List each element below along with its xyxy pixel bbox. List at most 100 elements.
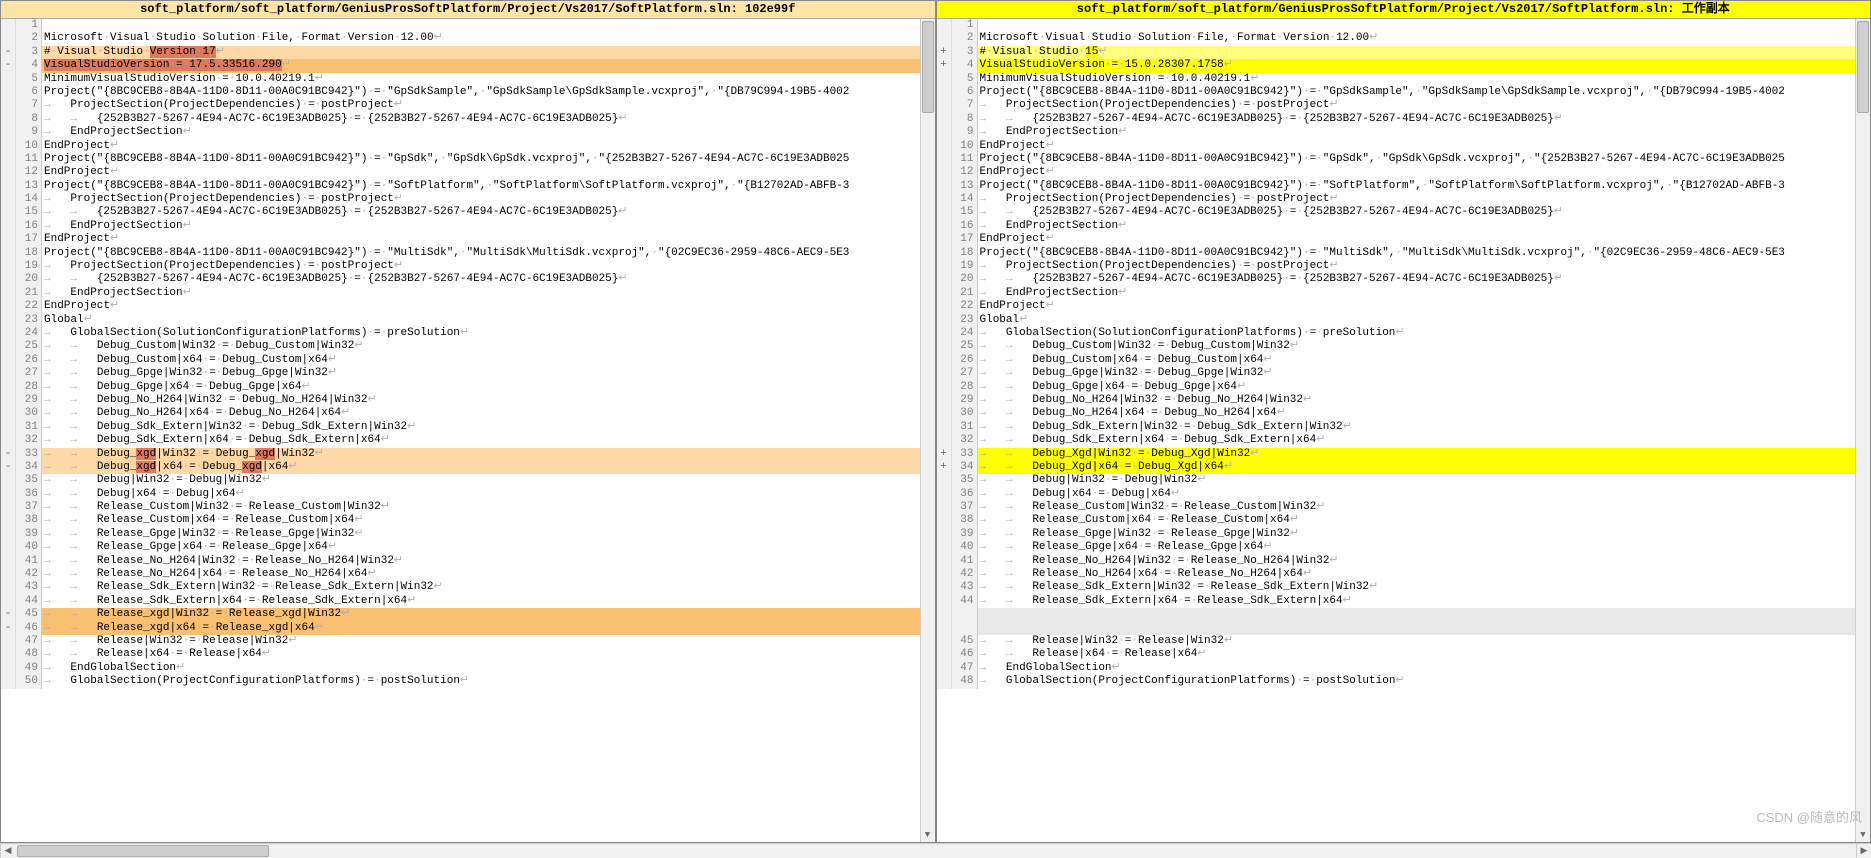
code-line[interactable]: 23Global↵ — [937, 314, 1871, 327]
code-line[interactable]: 26→ → Debug_Custom|x64·=·Debug_Custom|x6… — [937, 354, 1871, 367]
code-line[interactable]: 25→ → Debug_Custom|Win32·=·Debug_Custom|… — [1, 340, 935, 353]
code-line[interactable]: 22EndProject↵ — [937, 300, 1871, 313]
code-line[interactable]: 19→ ProjectSection(ProjectDependencies)·… — [1, 260, 935, 273]
scroll-thumb[interactable] — [922, 21, 934, 113]
code-line[interactable]: 35→ → Debug|Win32·=·Debug|Win32↵ — [1, 474, 935, 487]
code-line[interactable]: 21→ EndProjectSection↵ — [1, 287, 935, 300]
code-line[interactable]: 16→ EndProjectSection↵ — [937, 220, 1871, 233]
code-line[interactable]: 36→ → Debug|x64·=·Debug|x64↵ — [937, 488, 1871, 501]
code-line[interactable]: 13Project("{8BC9CEB8-8B4A-11D0-8D11-00A0… — [1, 180, 935, 193]
left-scrollbar-v[interactable]: ▲ ▼ — [920, 19, 935, 842]
code-line[interactable]: 44→ → Release_Sdk_Extern|x64·=·Release_S… — [937, 595, 1871, 608]
code-line[interactable]: 7→ ProjectSection(ProjectDependencies)·=… — [937, 99, 1871, 112]
code-line[interactable]: 6Project("{8BC9CEB8-8B4A-11D0-8D11-00A0C… — [1, 86, 935, 99]
code-line[interactable]: 37→ → Release_Custom|Win32·=·Release_Cus… — [937, 501, 1871, 514]
code-line[interactable]: -34→ → Debug_xgd|x64·=·Debug_xgd|x64↵ — [1, 461, 935, 474]
code-line[interactable]: 13Project("{8BC9CEB8-8B4A-11D0-8D11-00A0… — [937, 180, 1871, 193]
right-scrollbar-v[interactable]: ▲ ▼ — [1855, 19, 1870, 842]
code-line[interactable]: 24→ GlobalSection(SolutionConfigurationP… — [1, 327, 935, 340]
code-line[interactable]: 25→ → Debug_Custom|Win32·=·Debug_Custom|… — [937, 340, 1871, 353]
code-line[interactable]: 2Microsoft·Visual·Studio·Solution·File,·… — [1, 32, 935, 45]
code-line[interactable]: 41→ → Release_No_H264|Win32·=·Release_No… — [937, 555, 1871, 568]
code-line[interactable]: 17EndProject↵ — [1, 233, 935, 246]
code-line[interactable]: 14→ ProjectSection(ProjectDependencies)·… — [1, 193, 935, 206]
code-line[interactable]: 43→ → Release_Sdk_Extern|Win32·=·Release… — [1, 581, 935, 594]
code-line[interactable]: 7→ ProjectSection(ProjectDependencies)·=… — [1, 99, 935, 112]
code-line[interactable]: -33→ → Debug_xgd|Win32·=·Debug_xgd|Win32… — [1, 448, 935, 461]
code-line[interactable]: 45→ → Release|Win32·=·Release|Win32↵ — [937, 635, 1871, 648]
scroll-right-icon[interactable]: ▶ — [1856, 844, 1871, 858]
code-line[interactable]: 26→ → Debug_Custom|x64·=·Debug_Custom|x6… — [1, 354, 935, 367]
code-line[interactable]: 36→ → Debug|x64·=·Debug|x64↵ — [1, 488, 935, 501]
code-line[interactable]: 42→ → Release_No_H264|x64·=·Release_No_H… — [1, 568, 935, 581]
code-line[interactable]: 41→ → Release_No_H264|Win32·=·Release_No… — [1, 555, 935, 568]
code-line[interactable]: 18Project("{8BC9CEB8-8B4A-11D0-8D11-00A0… — [1, 247, 935, 260]
left-body[interactable]: 12Microsoft·Visual·Studio·Solution·File,… — [1, 19, 935, 842]
code-line[interactable]: +4VisualStudioVersion·=·15.0.28307.1758↵ — [937, 59, 1871, 72]
h-scrollbar[interactable]: ◀ ▶ — [0, 843, 1871, 858]
code-line[interactable]: 10EndProject↵ — [1, 140, 935, 153]
code-line[interactable]: 50→ GlobalSection(ProjectConfigurationPl… — [1, 675, 935, 688]
code-line[interactable]: 44→ → Release_Sdk_Extern|x64·=·Release_S… — [1, 595, 935, 608]
code-line[interactable]: 46→ → Release|x64·=·Release|x64↵ — [937, 648, 1871, 661]
code-line[interactable]: 10EndProject↵ — [937, 140, 1871, 153]
code-line[interactable]: 14→ ProjectSection(ProjectDependencies)·… — [937, 193, 1871, 206]
code-line[interactable]: -4VisualStudioVersion·=·17.5.33516.290↵ — [1, 59, 935, 72]
code-line[interactable]: 29→ → Debug_No_H264|Win32·=·Debug_No_H26… — [937, 394, 1871, 407]
code-line[interactable]: 39→ → Release_Gpge|Win32·=·Release_Gpge|… — [1, 528, 935, 541]
code-line[interactable]: 19→ ProjectSection(ProjectDependencies)·… — [937, 260, 1871, 273]
code-line[interactable]: 40→ → Release_Gpge|x64·=·Release_Gpge|x6… — [1, 541, 935, 554]
code-line[interactable]: 30→ → Debug_No_H264|x64·=·Debug_No_H264|… — [937, 407, 1871, 420]
code-line[interactable]: 20→ → {252B3B27-5267-4E94-AC7C-6C19E3ADB… — [1, 273, 935, 286]
code-line[interactable] — [937, 622, 1871, 635]
code-line[interactable]: 20→ → {252B3B27-5267-4E94-AC7C-6C19E3ADB… — [937, 273, 1871, 286]
code-line[interactable]: 31→ → Debug_Sdk_Extern|Win32·=·Debug_Sdk… — [937, 421, 1871, 434]
code-line[interactable]: 1 — [937, 19, 1871, 32]
code-line[interactable]: 28→ → Debug_Gpge|x64·=·Debug_Gpge|x64↵ — [1, 381, 935, 394]
code-line[interactable]: 28→ → Debug_Gpge|x64·=·Debug_Gpge|x64↵ — [937, 381, 1871, 394]
code-line[interactable]: +34→ → Debug_Xgd|x64·=·Debug_Xgd|x64↵ — [937, 461, 1871, 474]
code-line[interactable]: 48→ GlobalSection(ProjectConfigurationPl… — [937, 675, 1871, 688]
code-line[interactable]: 8→ → {252B3B27-5267-4E94-AC7C-6C19E3ADB0… — [937, 113, 1871, 126]
scroll-down-icon[interactable]: ▼ — [921, 828, 935, 842]
code-line[interactable]: 39→ → Release_Gpge|Win32·=·Release_Gpge|… — [937, 528, 1871, 541]
code-line[interactable]: 23Global↵ — [1, 314, 935, 327]
code-line[interactable]: 21→ EndProjectSection↵ — [937, 287, 1871, 300]
code-line[interactable]: 5MinimumVisualStudioVersion·=·10.0.40219… — [937, 73, 1871, 86]
code-line[interactable]: 48→ → Release|x64·=·Release|x64↵ — [1, 648, 935, 661]
scroll-thumb-h[interactable] — [17, 845, 269, 857]
code-line[interactable]: 43→ → Release_Sdk_Extern|Win32·=·Release… — [937, 581, 1871, 594]
code-line[interactable]: 32→ → Debug_Sdk_Extern|x64·=·Debug_Sdk_E… — [937, 434, 1871, 447]
code-line[interactable]: 1 — [1, 19, 935, 32]
code-line[interactable]: +33→ → Debug_Xgd|Win32·=·Debug_Xgd|Win32… — [937, 448, 1871, 461]
code-line[interactable]: 15→ → {252B3B27-5267-4E94-AC7C-6C19E3ADB… — [937, 206, 1871, 219]
code-line[interactable]: 30→ → Debug_No_H264|x64·=·Debug_No_H264|… — [1, 407, 935, 420]
code-line[interactable]: 8→ → {252B3B27-5267-4E94-AC7C-6C19E3ADB0… — [1, 113, 935, 126]
code-line[interactable]: 12EndProject↵ — [1, 166, 935, 179]
code-line[interactable]: 27→ → Debug_Gpge|Win32·=·Debug_Gpge|Win3… — [937, 367, 1871, 380]
code-line[interactable]: 24→ GlobalSection(SolutionConfigurationP… — [937, 327, 1871, 340]
code-line[interactable]: 18Project("{8BC9CEB8-8B4A-11D0-8D11-00A0… — [937, 247, 1871, 260]
code-line[interactable]: 12EndProject↵ — [937, 166, 1871, 179]
code-line[interactable]: 22EndProject↵ — [1, 300, 935, 313]
code-line[interactable]: 29→ → Debug_No_H264|Win32·=·Debug_No_H26… — [1, 394, 935, 407]
code-line[interactable]: 6Project("{8BC9CEB8-8B4A-11D0-8D11-00A0C… — [937, 86, 1871, 99]
scroll-down-icon[interactable]: ▼ — [1856, 828, 1870, 842]
code-line[interactable] — [937, 608, 1871, 621]
code-line[interactable]: 49→ EndGlobalSection↵ — [1, 662, 935, 675]
code-line[interactable]: -3#·Visual·Studio·Version·17↵ — [1, 46, 935, 59]
code-line[interactable]: 9→ EndProjectSection↵ — [1, 126, 935, 139]
scroll-left-icon[interactable]: ◀ — [0, 844, 15, 858]
code-line[interactable]: 42→ → Release_No_H264|x64·=·Release_No_H… — [937, 568, 1871, 581]
code-line[interactable]: 9→ EndProjectSection↵ — [937, 126, 1871, 139]
code-line[interactable]: 47→ → Release|Win32·=·Release|Win32↵ — [1, 635, 935, 648]
code-line[interactable]: 38→ → Release_Custom|x64·=·Release_Custo… — [1, 514, 935, 527]
code-line[interactable]: 38→ → Release_Custom|x64·=·Release_Custo… — [937, 514, 1871, 527]
code-line[interactable]: +3#·Visual·Studio·15↵ — [937, 46, 1871, 59]
code-line[interactable]: 27→ → Debug_Gpge|Win32·=·Debug_Gpge|Win3… — [1, 367, 935, 380]
code-line[interactable]: -45→ → Release_xgd|Win32·=·Release_xgd|W… — [1, 608, 935, 621]
code-line[interactable]: 35→ → Debug|Win32·=·Debug|Win32↵ — [937, 474, 1871, 487]
scroll-thumb[interactable] — [1857, 21, 1869, 113]
code-line[interactable]: 15→ → {252B3B27-5267-4E94-AC7C-6C19E3ADB… — [1, 206, 935, 219]
code-line[interactable]: 32→ → Debug_Sdk_Extern|x64·=·Debug_Sdk_E… — [1, 434, 935, 447]
